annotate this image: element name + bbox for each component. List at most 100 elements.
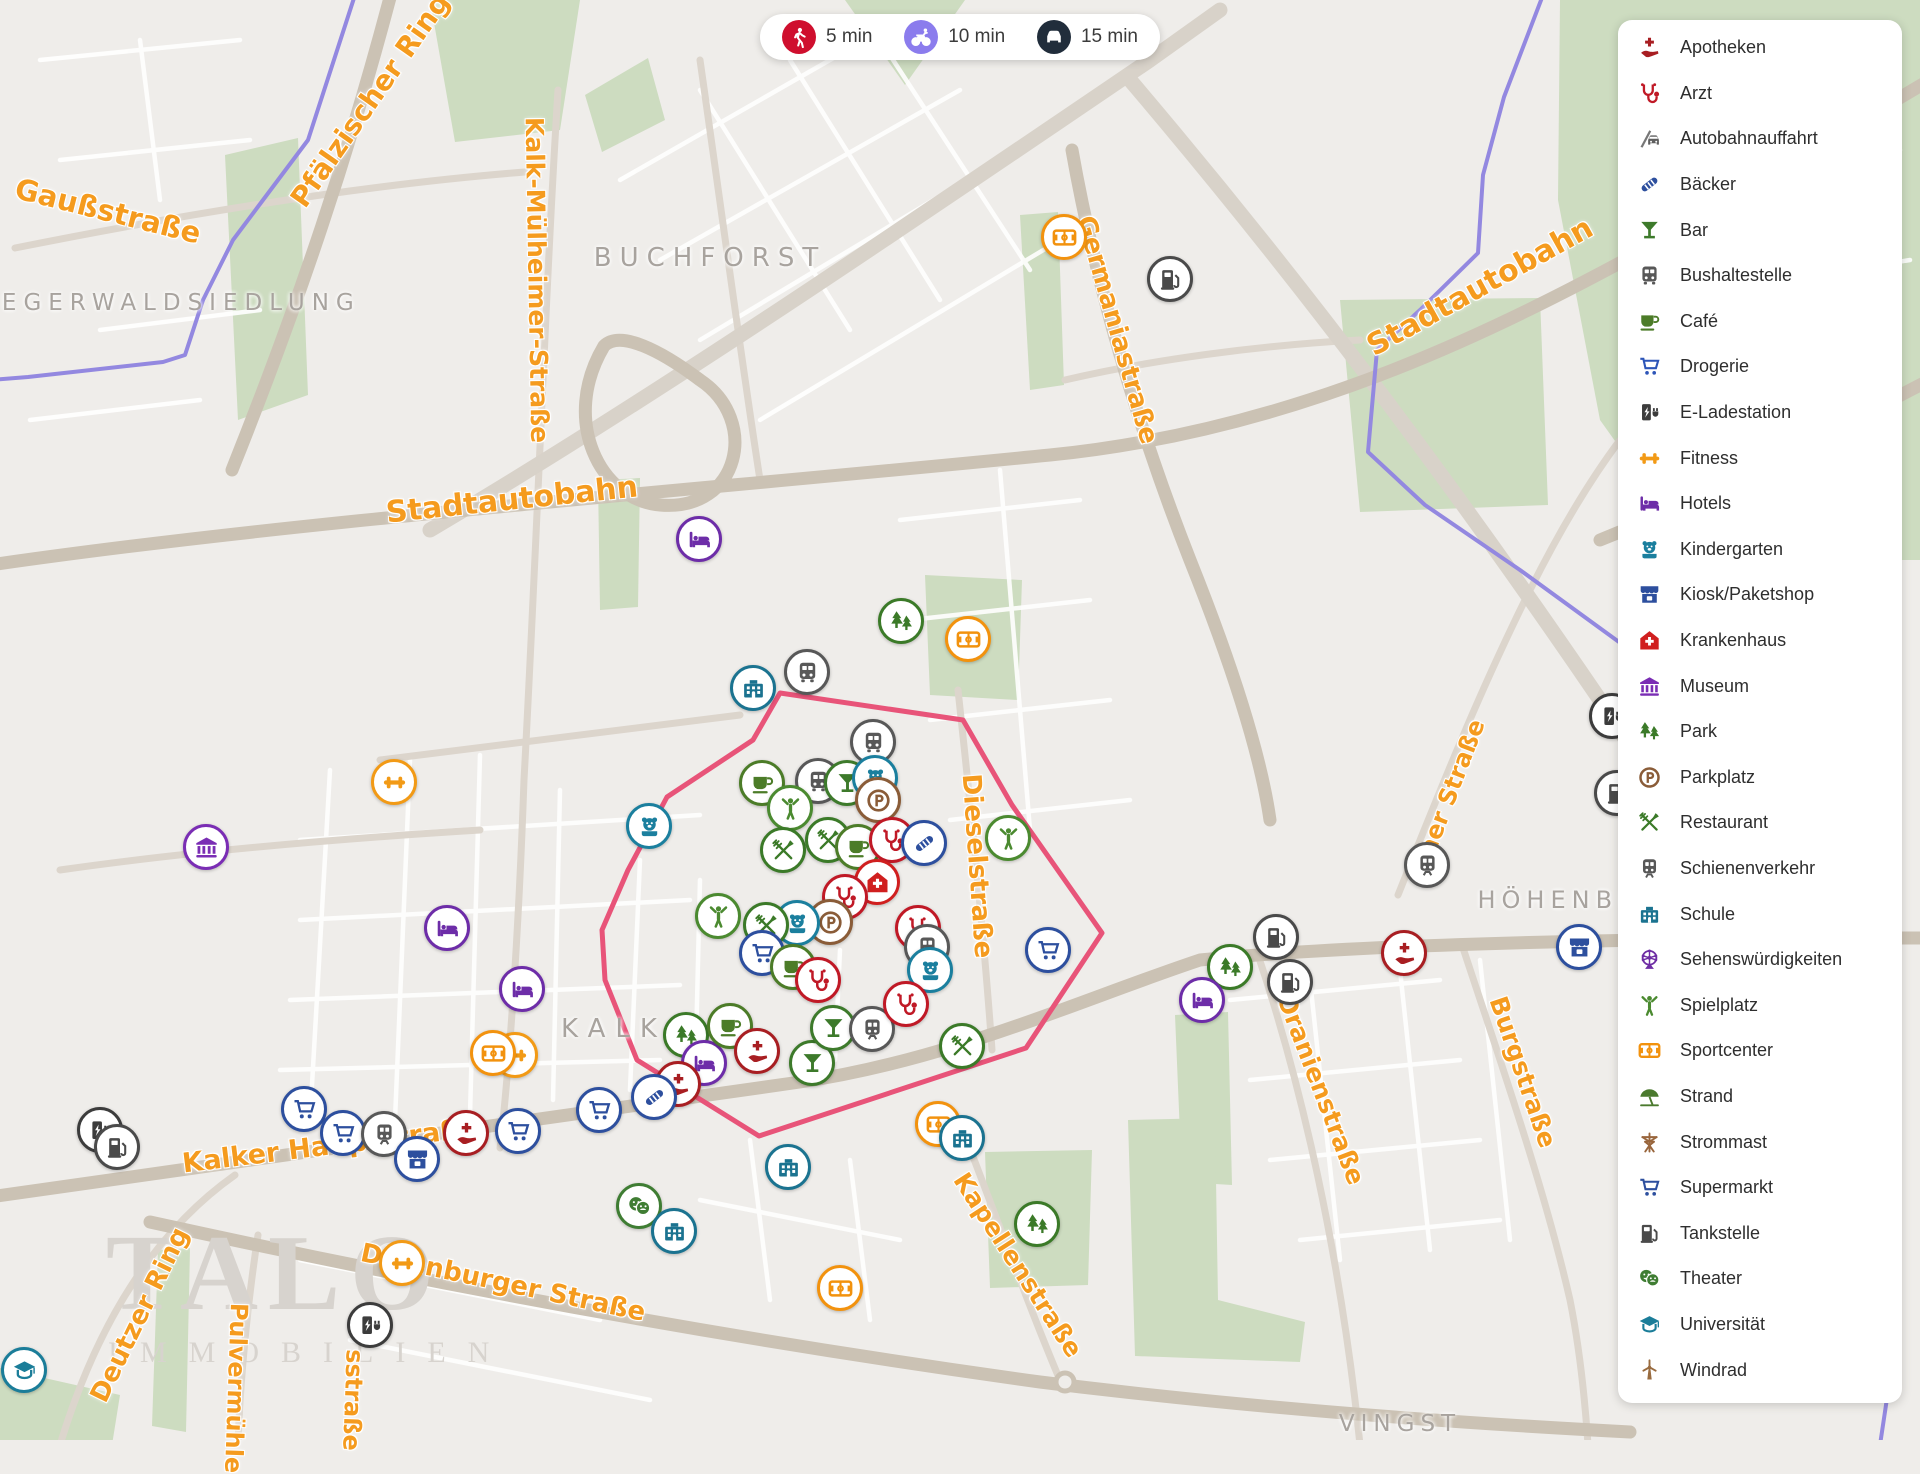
map-stage[interactable]: TALO IMMOBILIEN STEGERWALDSIEDLUNGBUCHFO…: [0, 0, 1920, 1440]
legend-item-autobahnauffahrt[interactable]: Autobahnauffahrt: [1618, 116, 1902, 162]
spielplatz-icon: [996, 826, 1021, 851]
legend-item-krankenhaus[interactable]: Krankenhaus: [1618, 618, 1902, 664]
travel-time-pill-walk[interactable]: 5 min: [782, 20, 872, 54]
poi-marker-parkplatz[interactable]: [855, 777, 901, 823]
poi-marker-museum[interactable]: [183, 824, 229, 870]
schienenverkehr-icon: [372, 1122, 397, 1147]
legend-item-windrad[interactable]: Windrad: [1618, 1347, 1902, 1393]
legend-item-restaurant[interactable]: Restaurant: [1618, 800, 1902, 846]
poi-marker-schule[interactable]: [939, 1115, 985, 1161]
hotel-icon: [1190, 988, 1215, 1013]
poi-marker-sportcenter[interactable]: [817, 1265, 863, 1311]
poi-marker-apotheke[interactable]: [1381, 930, 1427, 976]
poi-marker-tankstelle[interactable]: [1267, 959, 1313, 1005]
legend-item-bushaltestelle[interactable]: Bushaltestelle: [1618, 253, 1902, 299]
poi-marker-arzt[interactable]: [883, 981, 929, 1027]
legend-item-strand[interactable]: Strand: [1618, 1074, 1902, 1120]
poi-marker-supermarkt[interactable]: [1025, 927, 1071, 973]
poi-marker-baecker[interactable]: [631, 1074, 677, 1120]
poi-marker-schule[interactable]: [651, 1208, 697, 1254]
cafe-icon-wrap: [1638, 310, 1661, 333]
autobahnauffahrt-icon: [1638, 127, 1661, 150]
bike-mode-icon: [904, 20, 938, 54]
kindergarten-icon: [918, 958, 943, 983]
legend-item-arzt[interactable]: Arzt: [1618, 71, 1902, 117]
bushaltestelle-icon: [861, 730, 886, 755]
poi-marker-schule[interactable]: [730, 665, 776, 711]
poi-marker-bushaltestelle[interactable]: [784, 649, 830, 695]
universitaet-icon: [1638, 1313, 1661, 1336]
legend-item-museum[interactable]: Museum: [1618, 663, 1902, 709]
poi-marker-baecker[interactable]: [901, 820, 947, 866]
travel-time-pill-bike[interactable]: 10 min: [904, 20, 1005, 54]
poi-marker-tankstelle[interactable]: [94, 1124, 140, 1170]
legend-item-universitaet[interactable]: Universität: [1618, 1302, 1902, 1348]
schienenverkehr-icon: [1638, 857, 1661, 880]
legend-label: Fitness: [1680, 448, 1738, 469]
poi-marker-apotheke[interactable]: [443, 1110, 489, 1156]
legend-label: Schule: [1680, 904, 1735, 925]
legend-item-bar[interactable]: Bar: [1618, 207, 1902, 253]
legend-item-schienenverkehr[interactable]: Schienenverkehr: [1618, 846, 1902, 892]
poi-marker-tankstelle[interactable]: [1253, 914, 1299, 960]
poi-marker-sportcenter[interactable]: [1041, 214, 1087, 260]
legend-item-eladestation[interactable]: E-Ladestation: [1618, 390, 1902, 436]
legend-item-theater[interactable]: Theater: [1618, 1256, 1902, 1302]
legend-item-kiosk[interactable]: Kiosk/Paketshop: [1618, 572, 1902, 618]
museum-icon: [1638, 675, 1661, 698]
poi-marker-spielplatz[interactable]: [695, 893, 741, 939]
poi-marker-hotel[interactable]: [499, 966, 545, 1012]
poi-marker-supermarkt[interactable]: [576, 1087, 622, 1133]
poi-marker-schienenverkehr[interactable]: [1404, 842, 1450, 888]
poi-marker-universitaet[interactable]: [1, 1347, 47, 1393]
legend-item-sportcenter[interactable]: Sportcenter: [1618, 1028, 1902, 1074]
poi-marker-park[interactable]: [1014, 1201, 1060, 1247]
pill-label: 15 min: [1081, 26, 1138, 48]
poi-marker-kiosk[interactable]: [1556, 924, 1602, 970]
poi-marker-fitness[interactable]: [379, 1240, 425, 1286]
legend-item-strommast[interactable]: Strommast: [1618, 1119, 1902, 1165]
legend-item-parkplatz[interactable]: Parkplatz: [1618, 755, 1902, 801]
legend-item-kindergarten[interactable]: Kindergarten: [1618, 527, 1902, 573]
poi-marker-supermarkt[interactable]: [495, 1108, 541, 1154]
kindergarten-icon-wrap: [1638, 538, 1661, 561]
poi-marker-supermarkt[interactable]: [320, 1110, 366, 1156]
poi-marker-park[interactable]: [878, 598, 924, 644]
poi-marker-fitness[interactable]: [371, 759, 417, 805]
poi-marker-apotheke[interactable]: [734, 1028, 780, 1074]
poi-marker-tankstelle[interactable]: [1147, 256, 1193, 302]
park-icon: [1218, 955, 1243, 980]
poi-marker-kiosk[interactable]: [394, 1136, 440, 1182]
legend-item-spielplatz[interactable]: Spielplatz: [1618, 982, 1902, 1028]
poi-marker-kindergarten[interactable]: [626, 803, 672, 849]
legend-item-fitness[interactable]: Fitness: [1618, 435, 1902, 481]
travel-time-pill-car[interactable]: 15 min: [1037, 20, 1138, 54]
poi-marker-hotel[interactable]: [1179, 977, 1225, 1023]
poi-marker-spielplatz[interactable]: [985, 815, 1031, 861]
poi-marker-eladestation[interactable]: [347, 1302, 393, 1348]
legend-item-schule[interactable]: Schule: [1618, 891, 1902, 937]
baecker-icon-wrap: [1638, 173, 1661, 196]
legend-item-apotheke[interactable]: Apotheken: [1618, 25, 1902, 71]
legend-label: Strommast: [1680, 1132, 1767, 1153]
kiosk-icon: [405, 1147, 430, 1172]
arzt-icon: [1638, 82, 1661, 105]
legend-item-sehenswuerdigkeiten[interactable]: Sehenswürdigkeiten: [1618, 937, 1902, 983]
poi-marker-schule[interactable]: [765, 1144, 811, 1190]
poi-marker-restaurant[interactable]: [939, 1023, 985, 1069]
legend-item-tankstelle[interactable]: Tankstelle: [1618, 1210, 1902, 1256]
legend-item-drogerie[interactable]: Drogerie: [1618, 344, 1902, 390]
apotheke-icon: [1392, 941, 1417, 966]
poi-marker-sportcenter[interactable]: [945, 616, 991, 662]
legend-item-park[interactable]: Park: [1618, 709, 1902, 755]
poi-marker-sportcenter[interactable]: [470, 1030, 516, 1076]
poi-marker-restaurant[interactable]: [760, 827, 806, 873]
poi-marker-hotel[interactable]: [424, 905, 470, 951]
legend-item-supermarkt[interactable]: Supermarkt: [1618, 1165, 1902, 1211]
legend-item-baecker[interactable]: Bäcker: [1618, 162, 1902, 208]
legend-item-hotel[interactable]: Hotels: [1618, 481, 1902, 527]
poi-marker-arzt[interactable]: [795, 957, 841, 1003]
legend-item-cafe[interactable]: Café: [1618, 299, 1902, 345]
poi-marker-spielplatz[interactable]: [767, 785, 813, 831]
poi-marker-hotel[interactable]: [676, 516, 722, 562]
